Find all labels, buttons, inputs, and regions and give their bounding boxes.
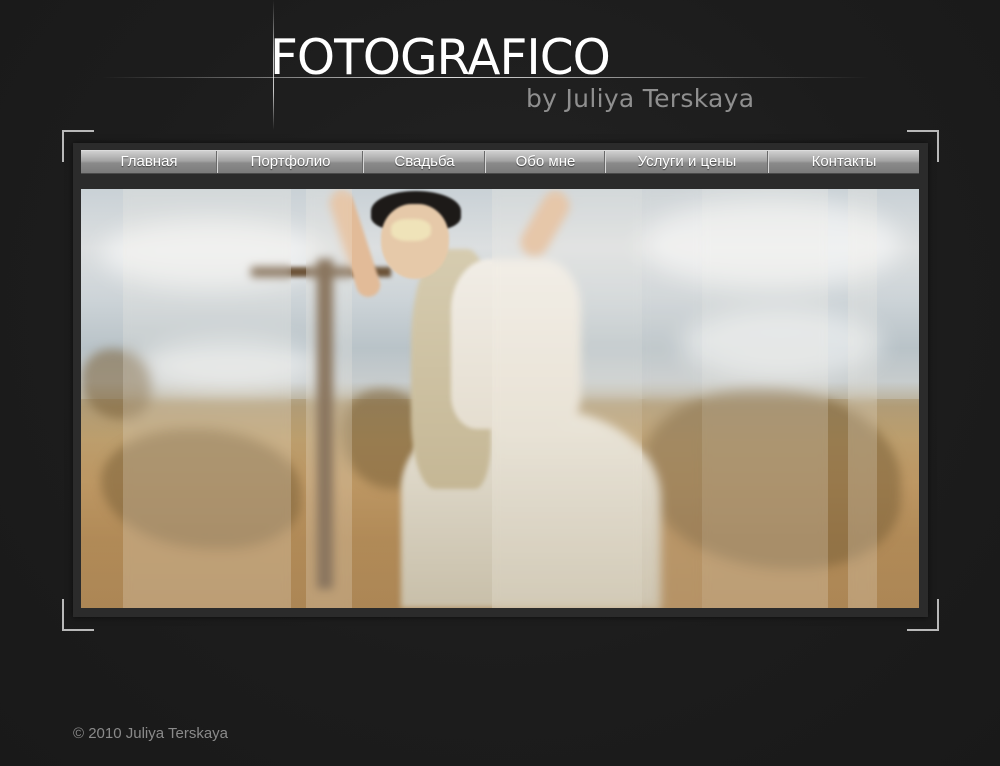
nav-item-services[interactable]: Услуги и цены [606, 151, 769, 173]
main-nav: Главная Портфолио Свадьба Обо мне Услуги… [81, 150, 919, 174]
transition-strip [123, 189, 291, 608]
page: FOTOGRAFICO by Juliya Terskaya Главная П… [0, 0, 1000, 766]
transition-strip [492, 189, 642, 608]
transition-strip [642, 189, 702, 608]
nav-item-about[interactable]: Обо мне [486, 151, 606, 173]
footer-copyright: © 2010 Juliya Terskaya [73, 725, 229, 742]
hero-slideshow-image[interactable] [81, 189, 919, 608]
nav-item-wedding[interactable]: Свадьба [364, 151, 486, 173]
transition-strip [848, 189, 877, 608]
transition-strip [306, 189, 352, 608]
nav-item-home[interactable]: Главная [81, 151, 218, 173]
transition-strip [702, 189, 828, 608]
logo-subtitle: by Juliya Terskaya [526, 84, 755, 113]
figure-head [381, 204, 449, 279]
figure-hair [391, 219, 431, 241]
nav-item-contacts[interactable]: Контакты [769, 151, 919, 173]
nav-item-portfolio[interactable]: Портфолио [218, 151, 364, 173]
logo-title: FOTOGRAFICO [270, 29, 611, 86]
logo[interactable]: FOTOGRAFICO by Juliya Terskaya [0, 0, 1000, 130]
